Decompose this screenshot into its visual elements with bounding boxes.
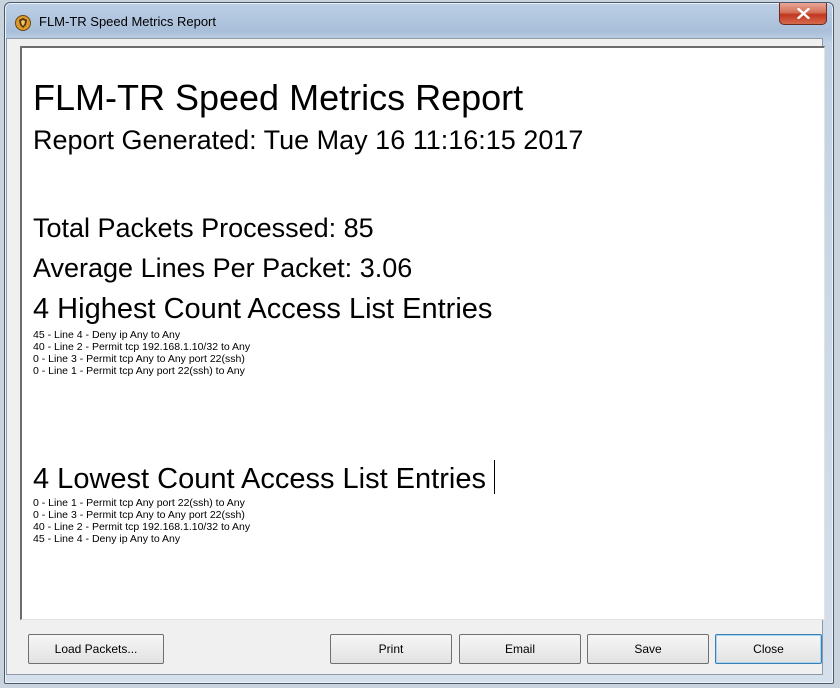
close-button[interactable]: Close (715, 634, 822, 664)
report-text-area[interactable]: FLM-TR Speed Metrics Report Report Gener… (20, 46, 825, 620)
title-bar[interactable]: FLM-TR Speed Metrics Report (5, 3, 833, 43)
list-item: 40 - Line 2 - Permit tcp 192.168.1.10/32… (33, 341, 251, 353)
list-item: 40 - Line 2 - Permit tcp 192.168.1.10/32… (33, 521, 251, 533)
text-cursor (493, 460, 495, 494)
list-item: 45 - Line 4 - Deny ip Any to Any (33, 329, 181, 341)
load-packets-button[interactable]: Load Packets... (28, 634, 164, 664)
print-button[interactable]: Print (330, 634, 452, 664)
window-title: FLM-TR Speed Metrics Report (39, 14, 216, 29)
list-item: 0 - Line 3 - Permit tcp Any to Any port … (33, 509, 245, 521)
list-item: 0 - Line 1 - Permit tcp Any port 22(ssh)… (33, 365, 245, 377)
save-button[interactable]: Save (587, 634, 709, 664)
lowest-entries-heading: 4 Lowest Count Access List Entries (33, 463, 486, 495)
highest-entries-heading: 4 Highest Count Access List Entries (33, 293, 493, 325)
total-packets-processed: Total Packets Processed: 85 (33, 213, 374, 243)
list-item: 0 - Line 1 - Permit tcp Any port 22(ssh)… (33, 497, 245, 509)
report-generated: Report Generated: Tue May 16 11:16:15 20… (33, 125, 584, 155)
lowest-entries-heading-line: 4 Lowest Count Access List Entries (33, 460, 495, 496)
shield-app-icon (15, 15, 31, 31)
close-icon (797, 8, 810, 19)
email-button[interactable]: Email (459, 634, 581, 664)
window-close-button[interactable] (779, 3, 827, 25)
list-item: 45 - Line 4 - Deny ip Any to Any (33, 533, 181, 545)
report-title: FLM-TR Speed Metrics Report (33, 77, 524, 118)
average-lines-per-packet: Average Lines Per Packet: 3.06 (33, 253, 413, 283)
list-item: 0 - Line 3 - Permit tcp Any to Any port … (33, 353, 245, 365)
